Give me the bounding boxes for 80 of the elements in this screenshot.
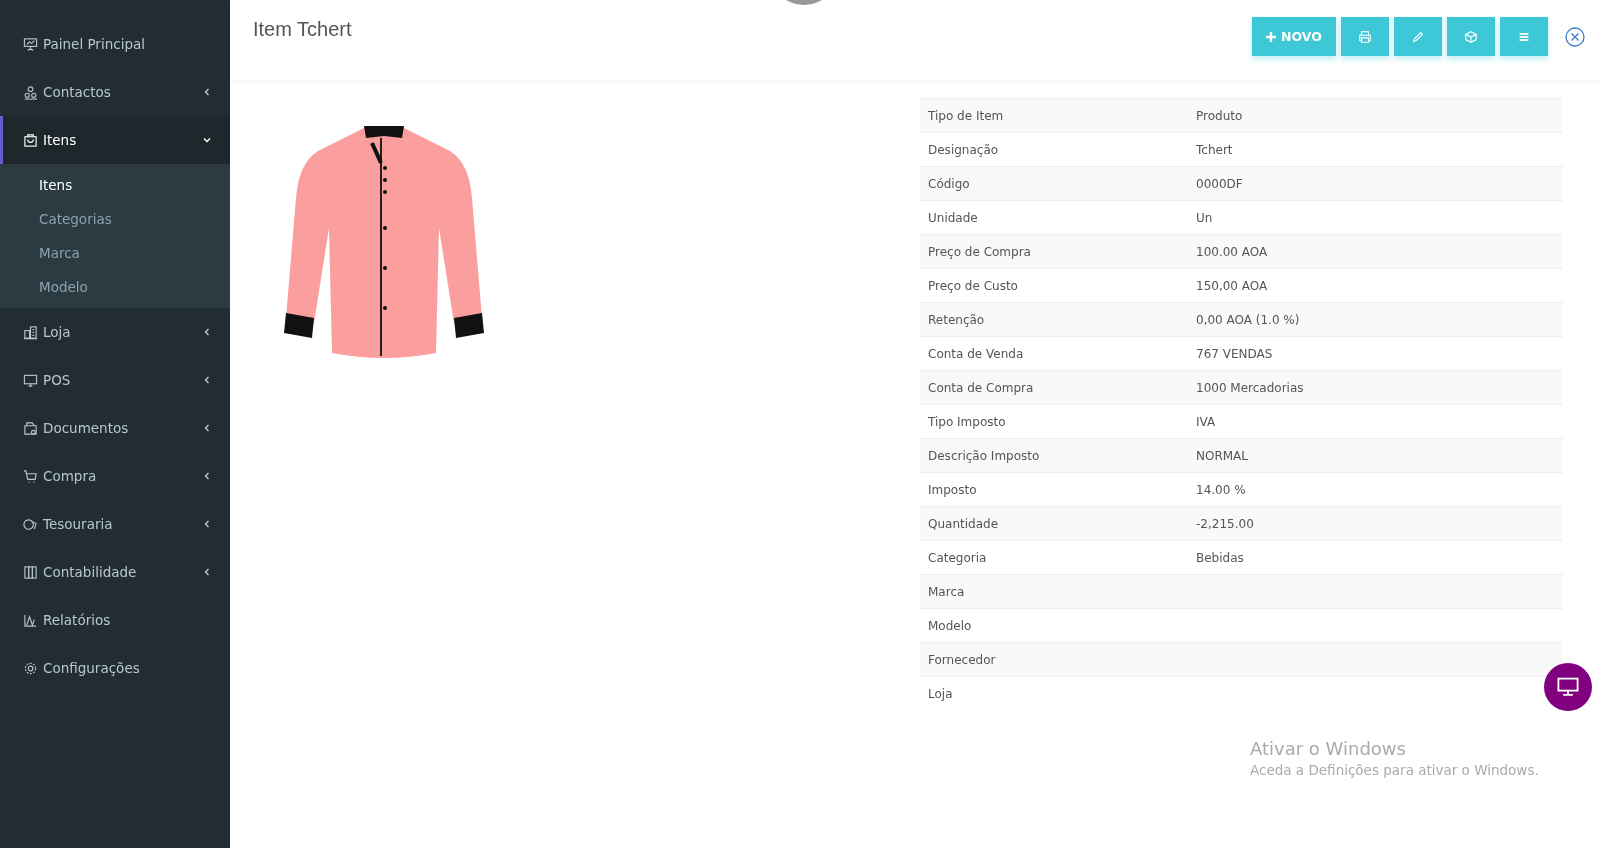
field-label: Unidade — [927, 209, 979, 227]
caret-icon — [202, 375, 212, 385]
field-label: Descrição Imposto — [927, 447, 1041, 465]
field-label: Modelo — [927, 617, 973, 635]
print-icon — [1358, 29, 1372, 44]
field-value: Bebidas — [1195, 549, 1245, 567]
caret-icon — [202, 87, 212, 97]
page-title: Item Tchert — [253, 18, 352, 41]
building-icon — [23, 324, 38, 340]
sidebar-item[interactable]: Contactos — [0, 68, 230, 116]
sidebar-item[interactable]: Compra — [0, 452, 230, 500]
field-label: Fornecedor — [927, 651, 997, 669]
submenu-item[interactable]: Marca — [0, 236, 230, 270]
books-icon — [23, 564, 38, 580]
field-label: Loja — [927, 685, 954, 703]
field-label: Retenção — [927, 311, 986, 329]
plus-icon — [1266, 31, 1277, 42]
bag-icon — [23, 132, 38, 148]
close-icon[interactable] — [1565, 26, 1585, 47]
field-label: Tipo Imposto — [927, 413, 1007, 431]
field-value: Produto — [1195, 107, 1244, 125]
field-value: NORMAL — [1195, 447, 1249, 465]
caret-icon — [202, 471, 212, 481]
caret-icon — [202, 135, 212, 145]
coin-icon — [23, 516, 38, 532]
field-value: 1000 Mercadorias — [1195, 379, 1305, 397]
folder-icon — [23, 420, 38, 436]
field-label: Código — [927, 175, 971, 193]
field-value: 767 VENDAS — [1195, 345, 1274, 363]
caret-icon — [202, 519, 212, 529]
menu-button[interactable] — [1500, 17, 1548, 56]
monitor-icon — [23, 372, 38, 388]
sidebar-item[interactable]: Tesouraria — [0, 500, 230, 548]
sidebar-item[interactable]: Painel Principal — [0, 20, 230, 68]
screen-button[interactable] — [1544, 663, 1592, 711]
field-label: Marca — [927, 583, 966, 601]
activation-text: Aceda a Definições para ativar o Windows. — [1250, 762, 1540, 778]
field-label: Preço de Custo — [927, 277, 1019, 295]
box-icon — [1464, 29, 1478, 44]
field-value: -2,215.00 — [1195, 515, 1255, 533]
sidebar-item[interactable]: Loja — [0, 308, 230, 356]
presentation-icon — [23, 36, 38, 52]
field-label: Categoria — [927, 549, 988, 567]
field-label: Preço de Compra — [927, 243, 1032, 261]
field-value: 0,00 AOA (1.0 %) — [1195, 311, 1301, 329]
field-value: Un — [1195, 209, 1214, 227]
field-label: Conta de Compra — [927, 379, 1035, 397]
pencil-icon — [1411, 29, 1425, 44]
field-label: Tipo de Item — [927, 107, 1005, 125]
cart-icon — [23, 468, 38, 484]
field-value: 100.00 AOA — [1195, 243, 1269, 261]
caret-icon — [202, 423, 212, 433]
field-value: 0000DF — [1195, 175, 1244, 193]
field-value: Tchert — [1195, 141, 1234, 159]
settings-icon — [23, 660, 38, 676]
box-button[interactable] — [1447, 17, 1495, 56]
sidebar-item[interactable]: POS — [0, 356, 230, 404]
submenu-item[interactable]: Modelo — [0, 270, 230, 304]
field-label: Imposto — [927, 481, 978, 499]
submenu-item[interactable]: Itens — [0, 168, 230, 202]
submenu-item[interactable]: Categorias — [0, 202, 230, 236]
monitor-icon — [1556, 675, 1580, 699]
caret-icon — [202, 567, 212, 577]
activation-title: Ativar o Windows — [1250, 738, 1407, 759]
field-label: Conta de Venda — [927, 345, 1025, 363]
sidebar-item[interactable]: Configurações — [0, 644, 230, 692]
sidebar-item[interactable]: Relatórios — [0, 596, 230, 644]
caret-icon — [202, 327, 212, 337]
sidebar-item[interactable]: Documentos — [0, 404, 230, 452]
field-value: 150,00 AOA — [1195, 277, 1269, 295]
print-button[interactable] — [1341, 17, 1389, 56]
field-label: Designação — [927, 141, 1000, 159]
field-label: Quantidade — [927, 515, 1000, 533]
field-value: IVA — [1195, 413, 1217, 431]
field-value: 14.00 % — [1195, 481, 1247, 499]
users-icon — [23, 84, 38, 100]
edit-button[interactable] — [1394, 17, 1442, 56]
sidebar-item[interactable]: Itens — [0, 116, 230, 164]
chart-icon — [23, 612, 38, 628]
sidebar-item[interactable]: Contabilidade — [0, 548, 230, 596]
